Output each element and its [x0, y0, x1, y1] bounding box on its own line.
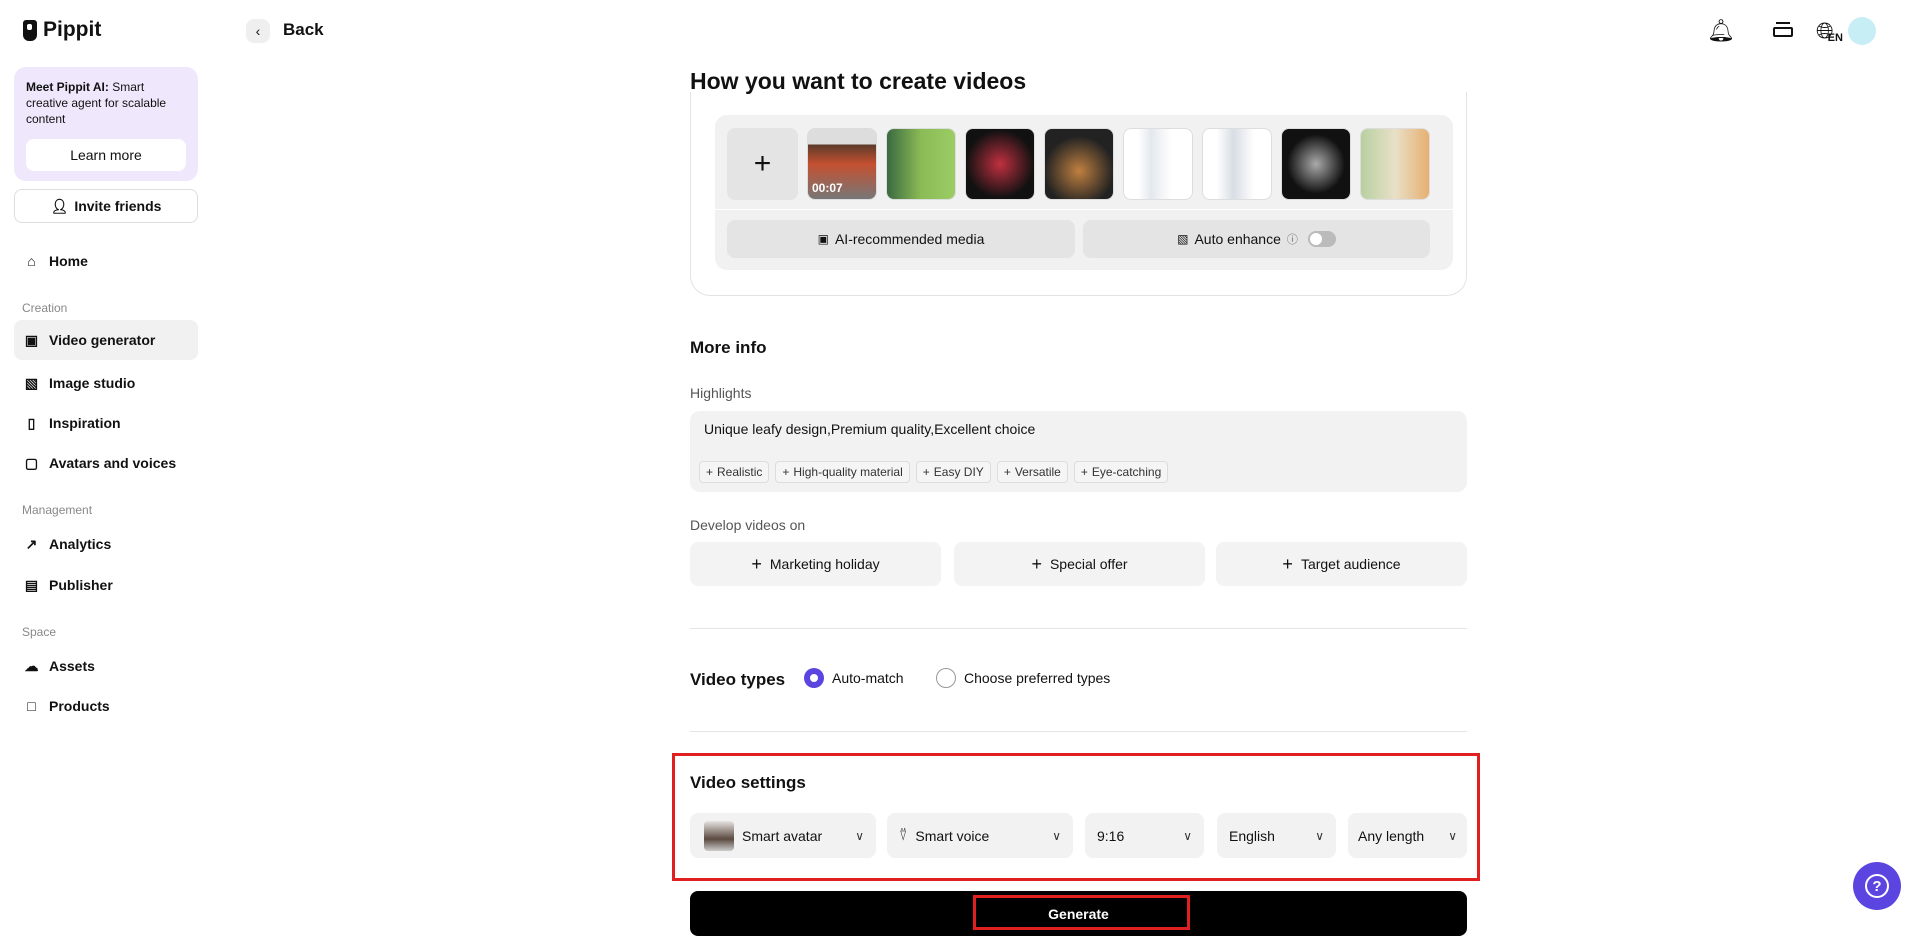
home-icon: ⌂ — [23, 253, 40, 270]
divider — [715, 209, 1453, 210]
media-thumbnail[interactable] — [965, 128, 1035, 200]
sidebar-item-analytics[interactable]: ↗Analytics — [14, 525, 198, 563]
chevron-down-icon: ∨ — [1315, 829, 1324, 843]
voice-icon: ⍢ — [899, 827, 907, 844]
back-label[interactable]: Back — [283, 20, 324, 40]
add-media-button[interactable]: + — [727, 128, 798, 200]
more-info-heading: More info — [690, 338, 767, 358]
section-creation: Creation — [22, 301, 67, 315]
plus-icon: + — [1282, 554, 1293, 575]
help-button[interactable]: ? — [1853, 862, 1901, 910]
avatar-thumbnail — [704, 821, 734, 851]
media-thumbnail[interactable] — [886, 128, 956, 200]
highlights-field[interactable]: Unique leafy design,Premium quality,Exce… — [690, 411, 1467, 492]
radio-choose-preferred[interactable]: Choose preferred types — [936, 668, 1110, 688]
page-title: How you want to create videos — [690, 68, 1026, 95]
auto-enhance-button[interactable]: ▧Auto enhanceⓘ — [1083, 220, 1430, 258]
radio-checked-icon — [804, 668, 824, 688]
plus-icon: + — [751, 554, 762, 575]
info-icon: ⓘ — [1287, 231, 1298, 247]
highlights-label: Highlights — [690, 385, 751, 401]
sidebar-item-video-generator[interactable]: ▣Video generator — [14, 320, 198, 360]
chevron-left-icon: ‹ — [256, 23, 261, 39]
section-management: Management — [22, 503, 92, 517]
media-thumbnail[interactable] — [1044, 128, 1114, 200]
cloud-icon: ☁︎ — [23, 658, 40, 675]
user-plus-icon: 👤︎ — [51, 198, 69, 215]
radio-auto-match[interactable]: Auto-match — [804, 668, 904, 688]
language-button[interactable]: 🌐︎EN — [1816, 18, 1843, 44]
video-settings-heading: Video settings — [690, 773, 806, 793]
inspiration-icon: ▯ — [23, 415, 40, 432]
sidebar-item-publisher[interactable]: ▤Publisher — [14, 566, 198, 604]
invite-friends-button[interactable]: 👤︎Invite friends — [14, 189, 198, 223]
sidebar-item-inspiration[interactable]: ▯Inspiration — [14, 404, 198, 442]
promo-card: Meet Pippit AI: Smart creative agent for… — [14, 67, 198, 181]
media-thumbnail[interactable] — [1360, 128, 1430, 200]
media-thumbnail[interactable] — [1202, 128, 1272, 200]
avatar-icon: ▢ — [23, 455, 40, 472]
plus-icon: + — [1004, 465, 1011, 479]
ai-icon: ▣ — [818, 232, 829, 246]
plus-icon: + — [1081, 465, 1088, 479]
divider — [690, 628, 1467, 629]
sidebar-item-assets[interactable]: ☁︎Assets — [14, 647, 198, 685]
auto-enhance-toggle[interactable] — [1308, 231, 1336, 247]
chip-versatile[interactable]: +Versatile — [997, 461, 1068, 483]
media-thumbnail[interactable]: 00:07 — [807, 128, 877, 200]
bell-icon[interactable]: 🔔︎ — [1707, 18, 1735, 44]
plus-icon: + — [754, 147, 772, 181]
image-icon: ▧ — [1177, 232, 1188, 246]
language-dropdown[interactable]: English∨ — [1217, 813, 1336, 858]
chart-icon: ↗ — [23, 536, 40, 553]
plus-icon: + — [782, 465, 789, 479]
chevron-down-icon: ∨ — [1183, 829, 1192, 843]
avatar[interactable] — [1848, 17, 1876, 45]
plus-icon: + — [923, 465, 930, 479]
credits-icon[interactable] — [1773, 22, 1793, 40]
pippit-logo[interactable]: Pippit — [23, 18, 101, 42]
chip-realistic[interactable]: +Realistic — [699, 461, 769, 483]
bag-icon: □ — [23, 698, 40, 715]
sidebar-item-home[interactable]: ⌂Home — [14, 242, 198, 280]
sidebar-item-products[interactable]: □Products — [14, 687, 198, 725]
logo-icon — [23, 20, 37, 41]
plus-icon: + — [706, 465, 713, 479]
divider — [690, 731, 1467, 732]
chip-easy-diy[interactable]: +Easy DIY — [916, 461, 991, 483]
aspect-ratio-dropdown[interactable]: 9:16∨ — [1085, 813, 1204, 858]
ai-recommended-media-button[interactable]: ▣AI-recommended media — [727, 220, 1075, 258]
chevron-down-icon: ∨ — [1052, 829, 1061, 843]
video-types-label: Video types — [690, 670, 785, 690]
video-plus-icon: ▣ — [23, 332, 40, 349]
learn-more-button[interactable]: Learn more — [26, 139, 186, 171]
special-offer-button[interactable]: +Special offer — [954, 542, 1205, 586]
media-thumbnail[interactable] — [1281, 128, 1351, 200]
chip-eye-catching[interactable]: +Eye-catching — [1074, 461, 1168, 483]
chevron-down-icon: ∨ — [1448, 829, 1457, 843]
avatar-dropdown[interactable]: Smart avatar∨ — [690, 813, 876, 858]
develop-label: Develop videos on — [690, 517, 805, 533]
length-dropdown[interactable]: Any length∨ — [1348, 813, 1467, 858]
highlight-box — [973, 895, 1190, 930]
section-space: Space — [22, 625, 56, 639]
calendar-icon: ▤ — [23, 577, 40, 594]
media-thumbnail[interactable] — [1123, 128, 1193, 200]
sidebar-item-image-studio[interactable]: ▧Image studio — [14, 364, 198, 402]
target-audience-button[interactable]: +Target audience — [1216, 542, 1467, 586]
radio-unchecked-icon — [936, 668, 956, 688]
marketing-holiday-button[interactable]: +Marketing holiday — [690, 542, 941, 586]
chevron-down-icon: ∨ — [855, 829, 864, 843]
chip-high-quality-material[interactable]: +High-quality material — [775, 461, 909, 483]
sidebar-item-avatars[interactable]: ▢Avatars and voices — [14, 444, 198, 482]
back-button[interactable]: ‹ — [246, 19, 270, 43]
voice-dropdown[interactable]: ⍢Smart voice∨ — [887, 813, 1073, 858]
plus-icon: + — [1031, 554, 1042, 575]
question-icon: ? — [1865, 874, 1889, 898]
image-plus-icon: ▧ — [23, 375, 40, 392]
